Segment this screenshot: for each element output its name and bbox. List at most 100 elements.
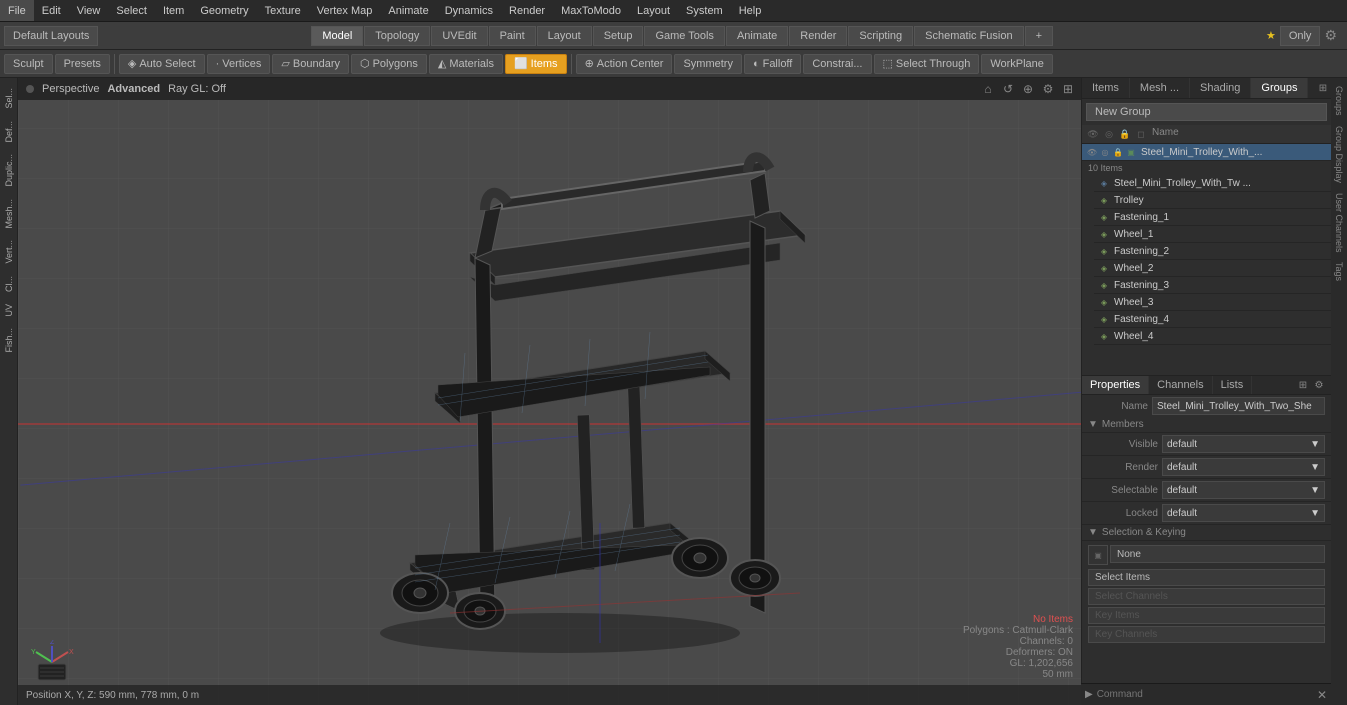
menu-item[interactable]: Item <box>155 0 192 21</box>
list-item-2[interactable]: ◈ Fastening_1 <box>1094 209 1331 226</box>
viewport-advanced-label[interactable]: Advanced <box>107 83 160 95</box>
menu-animate[interactable]: Animate <box>380 0 436 21</box>
auto-select-btn[interactable]: ◈ Auto Select <box>119 54 205 74</box>
list-item-9[interactable]: ◈ Wheel_4 <box>1094 328 1331 345</box>
tab-add[interactable]: + <box>1025 26 1053 46</box>
props-tab-properties[interactable]: Properties <box>1082 376 1149 394</box>
rp-expand-icon[interactable]: ⊞ <box>1315 80 1331 96</box>
left-tab-def[interactable]: Def... <box>2 115 16 149</box>
group-main-row[interactable]: 👁 ◎ 🔒 ▣ Steel_Mini_Trolley_With_... <box>1082 144 1331 161</box>
left-tab-duplic[interactable]: Duplic... <box>2 148 16 193</box>
default-layout-btn[interactable]: Default Layouts <box>4 26 98 46</box>
tab-scripting[interactable]: Scripting <box>848 26 913 46</box>
list-item-1[interactable]: ◈ Trolley <box>1094 192 1331 209</box>
menu-edit[interactable]: Edit <box>34 0 69 21</box>
sel-keying-toggle[interactable]: ▼ <box>1088 527 1098 538</box>
g-visible-icon[interactable]: 👁 <box>1086 146 1098 158</box>
menu-file[interactable]: File <box>0 0 34 21</box>
left-tab-fish[interactable]: Fish... <box>2 322 16 359</box>
tab-uvedit[interactable]: UVEdit <box>431 26 487 46</box>
tab-animate[interactable]: Animate <box>726 26 788 46</box>
menu-help[interactable]: Help <box>731 0 770 21</box>
workplane-btn[interactable]: WorkPlane <box>981 54 1053 74</box>
rp-tab-groups[interactable]: Groups <box>1251 78 1308 98</box>
constraints-btn[interactable]: Constrai... <box>803 54 871 74</box>
viewport-expand-icon[interactable]: ⊞ <box>1059 80 1077 98</box>
left-tab-vert[interactable]: Vert... <box>2 234 16 270</box>
select-items-btn[interactable]: Select Items <box>1088 569 1325 586</box>
falloff-btn[interactable]: ◐ Falloff <box>744 54 801 74</box>
new-group-button[interactable]: New Group <box>1086 103 1327 121</box>
visible-dropdown[interactable]: default ▼ <box>1162 435 1325 453</box>
viewport-home-icon[interactable]: ⌂ <box>979 80 997 98</box>
list-item-0[interactable]: ◈ Steel_Mini_Trolley_With_Tw ... <box>1094 175 1331 192</box>
viewport-settings-icon[interactable]: ⚙ <box>1039 80 1057 98</box>
select-channels-btn[interactable]: Select Channels <box>1088 588 1325 605</box>
action-center-btn[interactable]: ⊕ Action Center <box>576 54 673 74</box>
props-settings-icon[interactable]: ⚙ <box>1311 377 1327 393</box>
prop-name-input[interactable] <box>1152 397 1325 415</box>
left-tab-sel[interactable]: Sel... <box>2 82 16 115</box>
materials-btn[interactable]: ◭ Materials <box>429 54 503 74</box>
menu-texture[interactable]: Texture <box>257 0 309 21</box>
menu-vertex-map[interactable]: Vertex Map <box>309 0 381 21</box>
polygons-btn[interactable]: ⬡ Polygons <box>351 54 427 74</box>
render-dropdown[interactable]: default ▼ <box>1162 458 1325 476</box>
menu-render[interactable]: Render <box>501 0 553 21</box>
none-btn[interactable]: None <box>1110 545 1325 563</box>
right-tab-tags[interactable]: Tags <box>1332 258 1346 285</box>
list-item-4[interactable]: ◈ Fastening_2 <box>1094 243 1331 260</box>
right-tab-user-channels[interactable]: User Channels <box>1332 189 1346 257</box>
rp-tab-items[interactable]: Items <box>1082 78 1130 98</box>
list-item-5[interactable]: ◈ Wheel_2 <box>1094 260 1331 277</box>
command-input[interactable] <box>1097 689 1313 700</box>
viewport-refresh-icon[interactable]: ↺ <box>999 80 1017 98</box>
left-tab-uv[interactable]: UV <box>2 298 16 323</box>
tab-paint[interactable]: Paint <box>489 26 536 46</box>
list-item-6[interactable]: ◈ Fastening_3 <box>1094 277 1331 294</box>
props-expand-icon[interactable]: ⊞ <box>1295 377 1311 393</box>
selectable-dropdown[interactable]: default ▼ <box>1162 481 1325 499</box>
key-channels-btn[interactable]: Key Channels <box>1088 626 1325 643</box>
tab-game-tools[interactable]: Game Tools <box>644 26 725 46</box>
command-clear-icon[interactable]: ✕ <box>1313 688 1331 702</box>
viewport[interactable]: Perspective Advanced Ray GL: Off ⌂ ↺ ⊕ ⚙… <box>18 78 1081 705</box>
tab-topology[interactable]: Topology <box>364 26 430 46</box>
menu-maxtomodo[interactable]: MaxToModo <box>553 0 629 21</box>
left-tab-mesh[interactable]: Mesh... <box>2 193 16 235</box>
menu-system[interactable]: System <box>678 0 731 21</box>
locked-dropdown[interactable]: default ▼ <box>1162 504 1325 522</box>
tab-render[interactable]: Render <box>789 26 847 46</box>
viewport-zoom-icon[interactable]: ⊕ <box>1019 80 1037 98</box>
command-arrow-icon[interactable]: ▶ <box>1081 689 1097 700</box>
left-tab-cl[interactable]: Cl... <box>2 270 16 298</box>
key-items-btn[interactable]: Key Items <box>1088 607 1325 624</box>
tab-layout[interactable]: Layout <box>537 26 592 46</box>
menu-select[interactable]: Select <box>108 0 155 21</box>
list-item-7[interactable]: ◈ Wheel_3 <box>1094 294 1331 311</box>
right-tab-groups[interactable]: Groups <box>1332 82 1346 120</box>
members-toggle-icon[interactable]: ▼ <box>1088 419 1098 430</box>
only-btn[interactable]: Only <box>1280 26 1321 46</box>
settings-icon[interactable]: ⚙ <box>1324 27 1337 44</box>
g-render-icon[interactable]: ◎ <box>1099 146 1111 158</box>
rp-tab-shading[interactable]: Shading <box>1190 78 1251 98</box>
sculpt-btn[interactable]: Sculpt <box>4 54 53 74</box>
g-lock-icon[interactable]: 🔒 <box>1112 146 1124 158</box>
tab-schematic[interactable]: Schematic Fusion <box>914 26 1023 46</box>
select-through-btn[interactable]: ⬚ Select Through <box>874 54 980 74</box>
presets-btn[interactable]: Presets <box>55 54 110 74</box>
viewport-perspective-label[interactable]: Perspective <box>42 83 99 95</box>
list-item-3[interactable]: ◈ Wheel_1 <box>1094 226 1331 243</box>
symmetry-btn[interactable]: Symmetry <box>674 54 742 74</box>
menu-geometry[interactable]: Geometry <box>192 0 256 21</box>
tab-model[interactable]: Model <box>311 26 363 46</box>
menu-layout[interactable]: Layout <box>629 0 678 21</box>
menu-dynamics[interactable]: Dynamics <box>437 0 501 21</box>
rp-tab-mesh[interactable]: Mesh ... <box>1130 78 1190 98</box>
list-item-8[interactable]: ◈ Fastening_4 <box>1094 311 1331 328</box>
boundary-btn[interactable]: ▱ Boundary <box>272 54 349 74</box>
menu-view[interactable]: View <box>69 0 109 21</box>
props-tab-channels[interactable]: Channels <box>1149 376 1212 394</box>
tab-setup[interactable]: Setup <box>593 26 644 46</box>
